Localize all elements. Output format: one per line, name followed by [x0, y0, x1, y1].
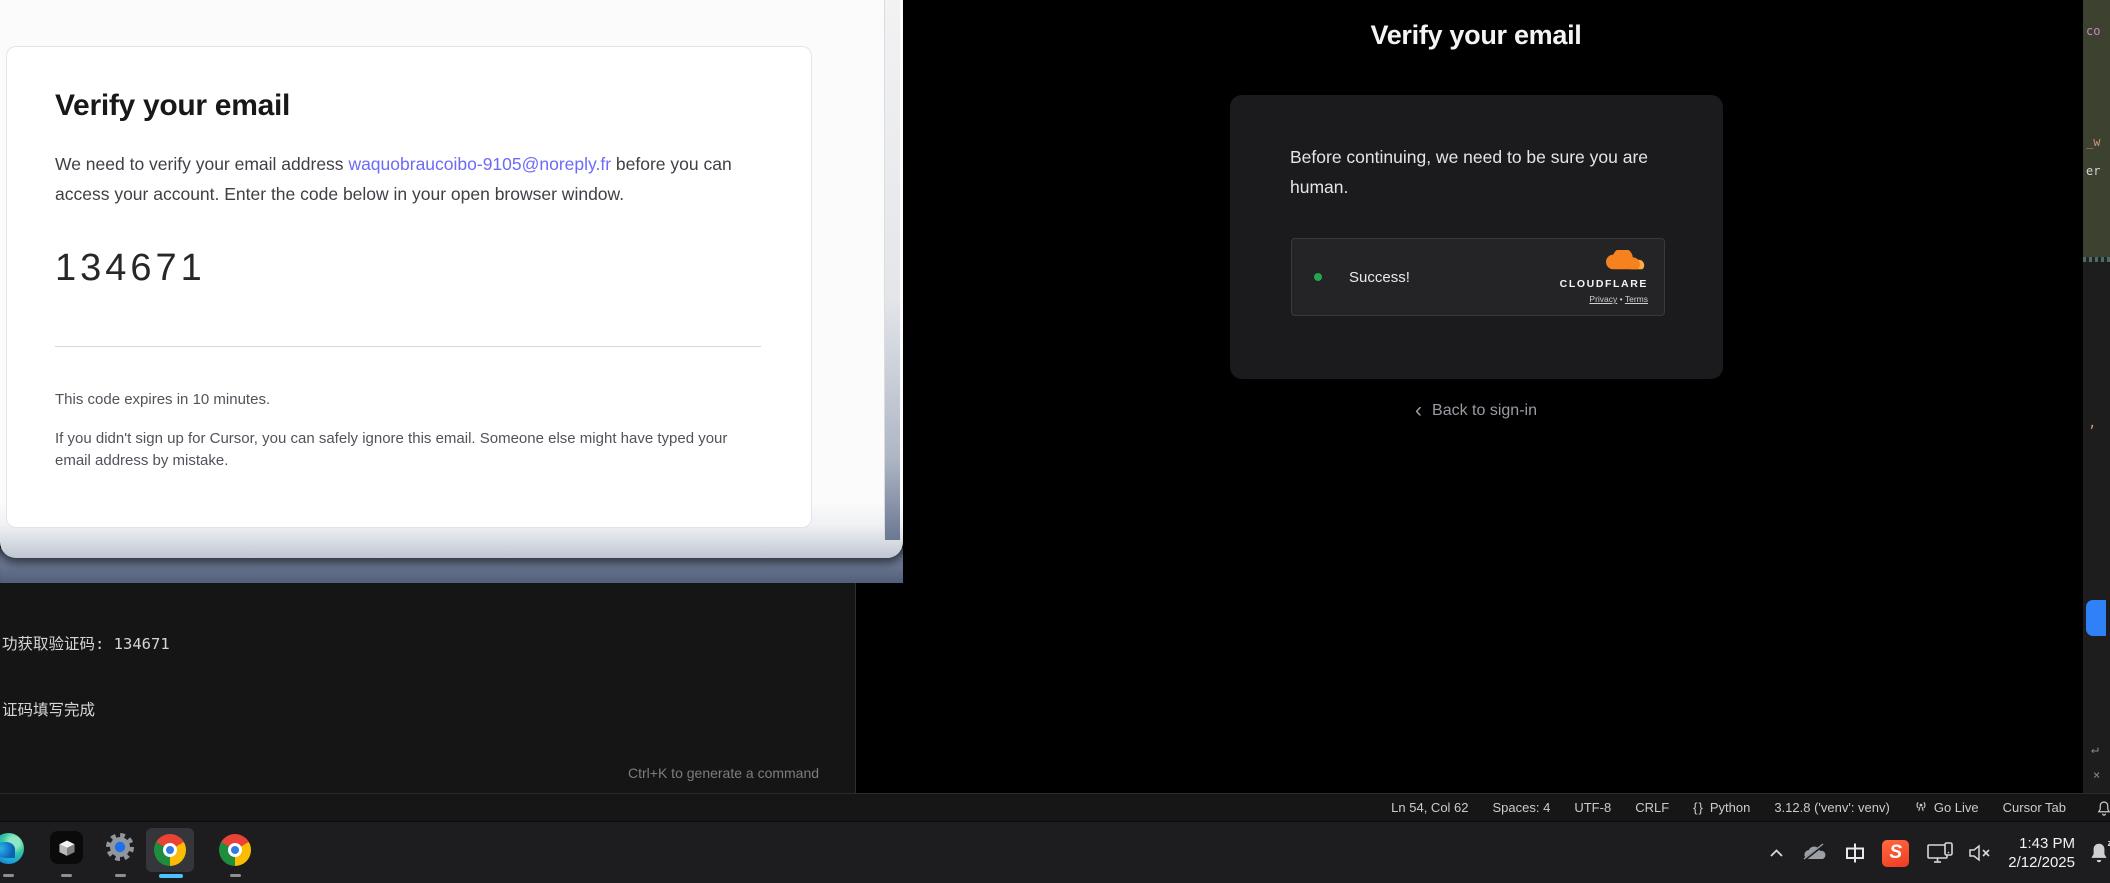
onedrive-offline-icon[interactable] — [1801, 843, 1827, 863]
code-text-fragment: , — [2088, 415, 2096, 431]
human-check-text: Before continuing, we need to be sure yo… — [1290, 142, 1670, 202]
cloudflare-branding: CLOUDFLARE Privacy • Terms — [1560, 250, 1648, 304]
taskbar-clock[interactable]: 1:43 PM 2/12/2025 — [2008, 834, 2075, 872]
language-label: Python — [1710, 800, 1750, 815]
go-live-label: Go Live — [1934, 800, 1979, 815]
divider — [55, 346, 761, 347]
chrome-icon — [219, 834, 251, 866]
return-key-icon: ↵ — [2091, 742, 2099, 757]
terminal-hint: Ctrl+K to generate a command — [628, 765, 819, 781]
code-selection-fragment — [2083, 0, 2110, 257]
cube-icon — [56, 837, 78, 859]
browser-verify-page: Verify your email Before continuing, we … — [903, 0, 2083, 793]
cursor-app-icon[interactable] — [50, 831, 83, 864]
terminal-output-line: 证码填写完成 — [2, 699, 210, 721]
broadcast-icon — [1914, 799, 1928, 816]
back-to-sign-in-link[interactable]: ‹ Back to sign-in — [1226, 402, 1726, 420]
email-disclaimer: If you didn't sign up for Cursor, you ca… — [55, 428, 747, 472]
language-mode-indicator[interactable]: {} Python — [1693, 800, 1750, 815]
cursor-position-indicator[interactable]: Ln 54, Col 62 — [1391, 800, 1468, 815]
clock-date: 2/12/2025 — [2008, 853, 2075, 872]
chrome-active-app[interactable] — [146, 828, 194, 872]
encoding-indicator[interactable]: UTF-8 — [1574, 800, 1611, 815]
code-text-fragment: co — [2086, 24, 2100, 38]
volume-muted-icon[interactable] — [1967, 843, 1993, 863]
edge-browser-icon[interactable] — [0, 833, 24, 864]
button-fragment[interactable] — [2086, 600, 2106, 636]
eol-indicator[interactable]: CRLF — [1635, 800, 1669, 815]
tray-overflow-chevron-icon[interactable] — [1769, 848, 1784, 858]
running-indicator — [230, 874, 241, 877]
chrome-second-app[interactable] — [213, 828, 257, 872]
chevron-left-icon: ‹ — [1415, 403, 1422, 419]
cloudflare-wordmark: CLOUDFLARE — [1560, 278, 1648, 290]
verification-code: 134671 — [55, 247, 763, 290]
code-text-fragment: er — [2086, 164, 2100, 178]
system-tray: 中 S — [1769, 822, 2110, 883]
desktop: Verify your email We need to verify your… — [0, 0, 2110, 883]
status-bar: Ln 54, Col 62 Spaces: 4 UTF-8 CRLF {} Pyt… — [0, 793, 2110, 821]
turnstile-widget: Success! CLOUDFLARE Privacy • Terms — [1291, 238, 1665, 316]
python-interpreter-indicator[interactable]: 3.12.8 ('venv': venv) — [1774, 800, 1890, 815]
human-check-card: Before continuing, we need to be sure yo… — [1230, 95, 1723, 379]
close-icon[interactable]: × — [2093, 768, 2100, 782]
privacy-link[interactable]: Privacy — [1589, 294, 1617, 304]
editor-window-sliver: co _w er , ↵ × — [2083, 0, 2110, 793]
back-link-label: Back to sign-in — [1432, 402, 1537, 420]
window-scrollbar[interactable] — [884, 0, 900, 540]
taskbar: 中 S — [0, 821, 2110, 883]
cast-display-icon[interactable] — [1926, 841, 1954, 865]
code-expiry-note: This code expires in 10 minutes. — [55, 391, 763, 408]
settings-gear-icon[interactable] — [103, 830, 137, 864]
cloudflare-logo-icon — [1602, 250, 1648, 277]
email-body: We need to verify your email address waq… — [55, 149, 761, 209]
turnstile-legal-links: Privacy • Terms — [1589, 294, 1648, 304]
clock-time: 1:43 PM — [2008, 834, 2075, 853]
success-dot-icon — [1314, 273, 1322, 281]
email-card: Verify your email We need to verify your… — [6, 46, 812, 528]
email-window: Verify your email We need to verify your… — [0, 0, 903, 558]
indentation-indicator[interactable]: Spaces: 4 — [1493, 800, 1551, 815]
running-indicator — [61, 874, 72, 877]
email-title: Verify your email — [55, 89, 763, 123]
legal-separator: • — [1620, 294, 1623, 304]
page-title: Verify your email — [1226, 20, 1726, 51]
squiggle-underline — [2083, 257, 2110, 262]
sogou-input-icon[interactable]: S — [1882, 840, 1909, 867]
running-indicator — [115, 874, 126, 877]
active-running-indicator — [159, 874, 183, 878]
terminal-output-line — [2, 765, 210, 787]
terms-link[interactable]: Terms — [1625, 294, 1648, 304]
notifications-bell-icon[interactable] — [2095, 799, 2110, 820]
ime-language-icon[interactable]: 中 — [1843, 841, 1867, 865]
go-live-button[interactable]: Go Live — [1914, 799, 1979, 816]
braces-icon: {} — [1693, 800, 1704, 815]
cursor-tab-indicator[interactable]: Cursor Tab — [2003, 800, 2066, 815]
chrome-icon — [154, 834, 186, 866]
email-body-before: We need to verify your email address — [55, 154, 348, 174]
terminal-panel[interactable]: 功获取验证码: 134671 证码填写完成 在处理 Turnstile 验证..… — [0, 583, 856, 793]
notification-dnd-bell-icon[interactable]: z — [2084, 840, 2110, 866]
code-text-fragment: _w — [2086, 135, 2100, 149]
terminal-output-line: 功获取验证码: 134671 — [2, 633, 210, 655]
email-address-link[interactable]: waquobraucoibo-9105@noreply.fr — [348, 154, 611, 174]
turnstile-status: Success! — [1349, 269, 1410, 286]
running-indicator — [3, 874, 14, 877]
